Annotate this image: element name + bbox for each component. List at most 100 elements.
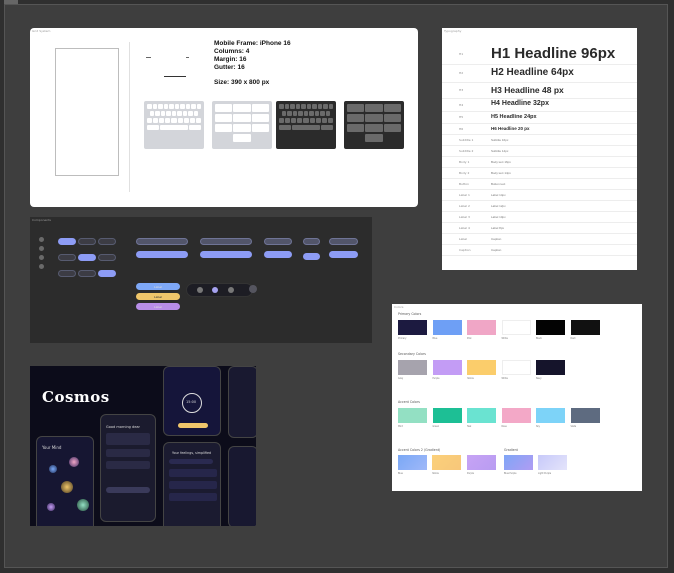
mood-orb[interactable] bbox=[77, 499, 89, 511]
color-swatch[interactable] bbox=[467, 360, 496, 375]
type-sample-text: Label 8px bbox=[491, 225, 505, 230]
color-swatch[interactable] bbox=[536, 320, 565, 335]
cosmos-logo: Cosmos bbox=[42, 388, 110, 406]
chat-screen: Good morning dear bbox=[100, 414, 156, 522]
type-scale-row: H2 H2 Headline 64px bbox=[442, 64, 637, 83]
icon-button[interactable] bbox=[39, 255, 44, 260]
color-swatch[interactable] bbox=[570, 320, 600, 335]
button-purple[interactable]: Label bbox=[136, 303, 180, 310]
mobile-frame-outline bbox=[55, 48, 119, 176]
button-primary[interactable] bbox=[329, 251, 358, 258]
nav-active-icon[interactable] bbox=[212, 287, 218, 293]
button-yellow[interactable]: Label bbox=[136, 293, 180, 300]
segment-button[interactable] bbox=[98, 270, 116, 277]
filter-chips[interactable] bbox=[169, 459, 213, 464]
color-swatch[interactable] bbox=[398, 360, 427, 375]
type-sample-text: H3 Headline 48 px bbox=[491, 84, 564, 95]
button-small-primary[interactable] bbox=[264, 251, 292, 258]
color-swatch-name: Slate bbox=[570, 425, 577, 428]
cosmos-showcase-frame[interactable]: Cosmos Your Mind Good morning dear 15:00… bbox=[30, 366, 256, 526]
color-swatch-name: Teal bbox=[467, 425, 472, 428]
mood-orb[interactable] bbox=[69, 457, 79, 467]
gradient-swatch-name: Blue Purple bbox=[504, 472, 517, 475]
icon-button[interactable] bbox=[39, 246, 44, 251]
segment-button[interactable] bbox=[78, 270, 96, 277]
color-swatch[interactable] bbox=[536, 408, 565, 423]
nav-home-icon[interactable] bbox=[197, 287, 203, 293]
nav-profile-icon[interactable] bbox=[228, 287, 234, 293]
mood-orb[interactable] bbox=[61, 481, 73, 493]
color-swatch[interactable] bbox=[467, 408, 496, 423]
grid-spec-text: Mobile Frame: iPhone 16 Columns: 4 Margi… bbox=[214, 40, 291, 72]
feeling-card[interactable] bbox=[169, 493, 217, 501]
gradient-swatch[interactable] bbox=[467, 455, 496, 470]
color-swatch[interactable] bbox=[536, 360, 565, 375]
color-swatch[interactable] bbox=[432, 408, 462, 423]
type-sample-text: Body text 14px bbox=[491, 170, 511, 175]
color-swatch[interactable] bbox=[570, 408, 600, 423]
segment-button[interactable] bbox=[78, 238, 96, 245]
button-mini-primary[interactable] bbox=[303, 253, 320, 260]
color-swatch-name: Mint bbox=[398, 425, 403, 428]
input-field[interactable] bbox=[106, 487, 150, 493]
frame-label: Grid System bbox=[32, 29, 51, 33]
feeling-card[interactable] bbox=[169, 469, 217, 477]
color-swatch[interactable] bbox=[432, 320, 462, 335]
button-primary[interactable] bbox=[200, 251, 252, 258]
feelings-screen: Your feelings, simplified bbox=[163, 442, 221, 526]
button-outline[interactable] bbox=[136, 238, 188, 245]
color-swatch[interactable] bbox=[501, 408, 531, 423]
components-frame[interactable]: Components Label Label Label bbox=[30, 217, 372, 343]
color-swatch[interactable] bbox=[467, 320, 496, 335]
type-style-label: Label 3 bbox=[459, 214, 470, 219]
grid-system-frame[interactable]: Grid System Mobile Frame: iPhone 16 Colu… bbox=[30, 28, 418, 207]
segment-button[interactable] bbox=[58, 270, 76, 277]
color-swatch[interactable] bbox=[501, 320, 531, 335]
color-swatch-name: White bbox=[501, 377, 508, 380]
segment-button[interactable] bbox=[58, 238, 76, 245]
button-small-outline[interactable] bbox=[264, 238, 292, 245]
segment-button[interactable] bbox=[98, 238, 116, 245]
type-sample-text: H5 Headline 24px bbox=[491, 113, 537, 120]
feeling-card[interactable] bbox=[169, 481, 217, 489]
floating-action-button[interactable] bbox=[249, 285, 257, 293]
button-mini-outline[interactable] bbox=[303, 238, 320, 245]
type-scale-row: H4 H4 Headline 32px bbox=[442, 98, 637, 112]
gradient-swatch[interactable] bbox=[538, 455, 567, 470]
divider-line bbox=[164, 76, 186, 77]
color-swatch-name: Pink bbox=[467, 337, 472, 340]
gradient-swatch[interactable] bbox=[398, 455, 427, 470]
typography-frame[interactable]: Typography H1 H1 Headline 96px H2 H2 Headli… bbox=[442, 28, 637, 270]
type-style-label: Label bbox=[459, 236, 468, 241]
mood-orb[interactable] bbox=[47, 503, 55, 511]
segment-button[interactable] bbox=[58, 254, 76, 261]
button-blue[interactable]: Label bbox=[136, 283, 180, 290]
button-label: Label bbox=[154, 295, 163, 299]
color-swatch-name: Grey bbox=[398, 377, 404, 380]
color-palette-frame[interactable]: Colors Primary Colors Primary Blue Pink Whit… bbox=[392, 304, 642, 491]
bottom-navigation-bar bbox=[186, 283, 253, 297]
icon-button[interactable] bbox=[39, 237, 44, 242]
gradient-swatch[interactable] bbox=[504, 455, 533, 470]
gradient-swatch-name: Yellow bbox=[432, 472, 439, 475]
color-swatch[interactable] bbox=[398, 408, 427, 423]
timer-screen: 15:00 bbox=[163, 366, 221, 436]
color-swatch[interactable] bbox=[432, 360, 462, 375]
gradient-swatch[interactable] bbox=[432, 455, 461, 470]
button-outline[interactable] bbox=[329, 238, 358, 245]
color-swatch-name: Rose bbox=[501, 425, 507, 428]
start-button[interactable] bbox=[178, 423, 208, 428]
type-style-label: Body 1 bbox=[459, 159, 470, 164]
button-outline[interactable] bbox=[200, 238, 252, 245]
button-primary[interactable] bbox=[136, 251, 188, 258]
color-swatch[interactable] bbox=[501, 360, 531, 375]
mood-orb[interactable] bbox=[49, 465, 57, 473]
type-sample-text: H6 Headline 20 px bbox=[491, 125, 530, 131]
color-swatch[interactable] bbox=[398, 320, 427, 335]
type-sample-text: Label 14px bbox=[491, 192, 506, 197]
color-swatch-name: Sky bbox=[536, 425, 540, 428]
segment-button[interactable] bbox=[98, 254, 116, 261]
icon-button[interactable] bbox=[39, 264, 44, 269]
segment-button[interactable] bbox=[78, 254, 96, 261]
type-sample-text: Button text bbox=[491, 181, 506, 186]
